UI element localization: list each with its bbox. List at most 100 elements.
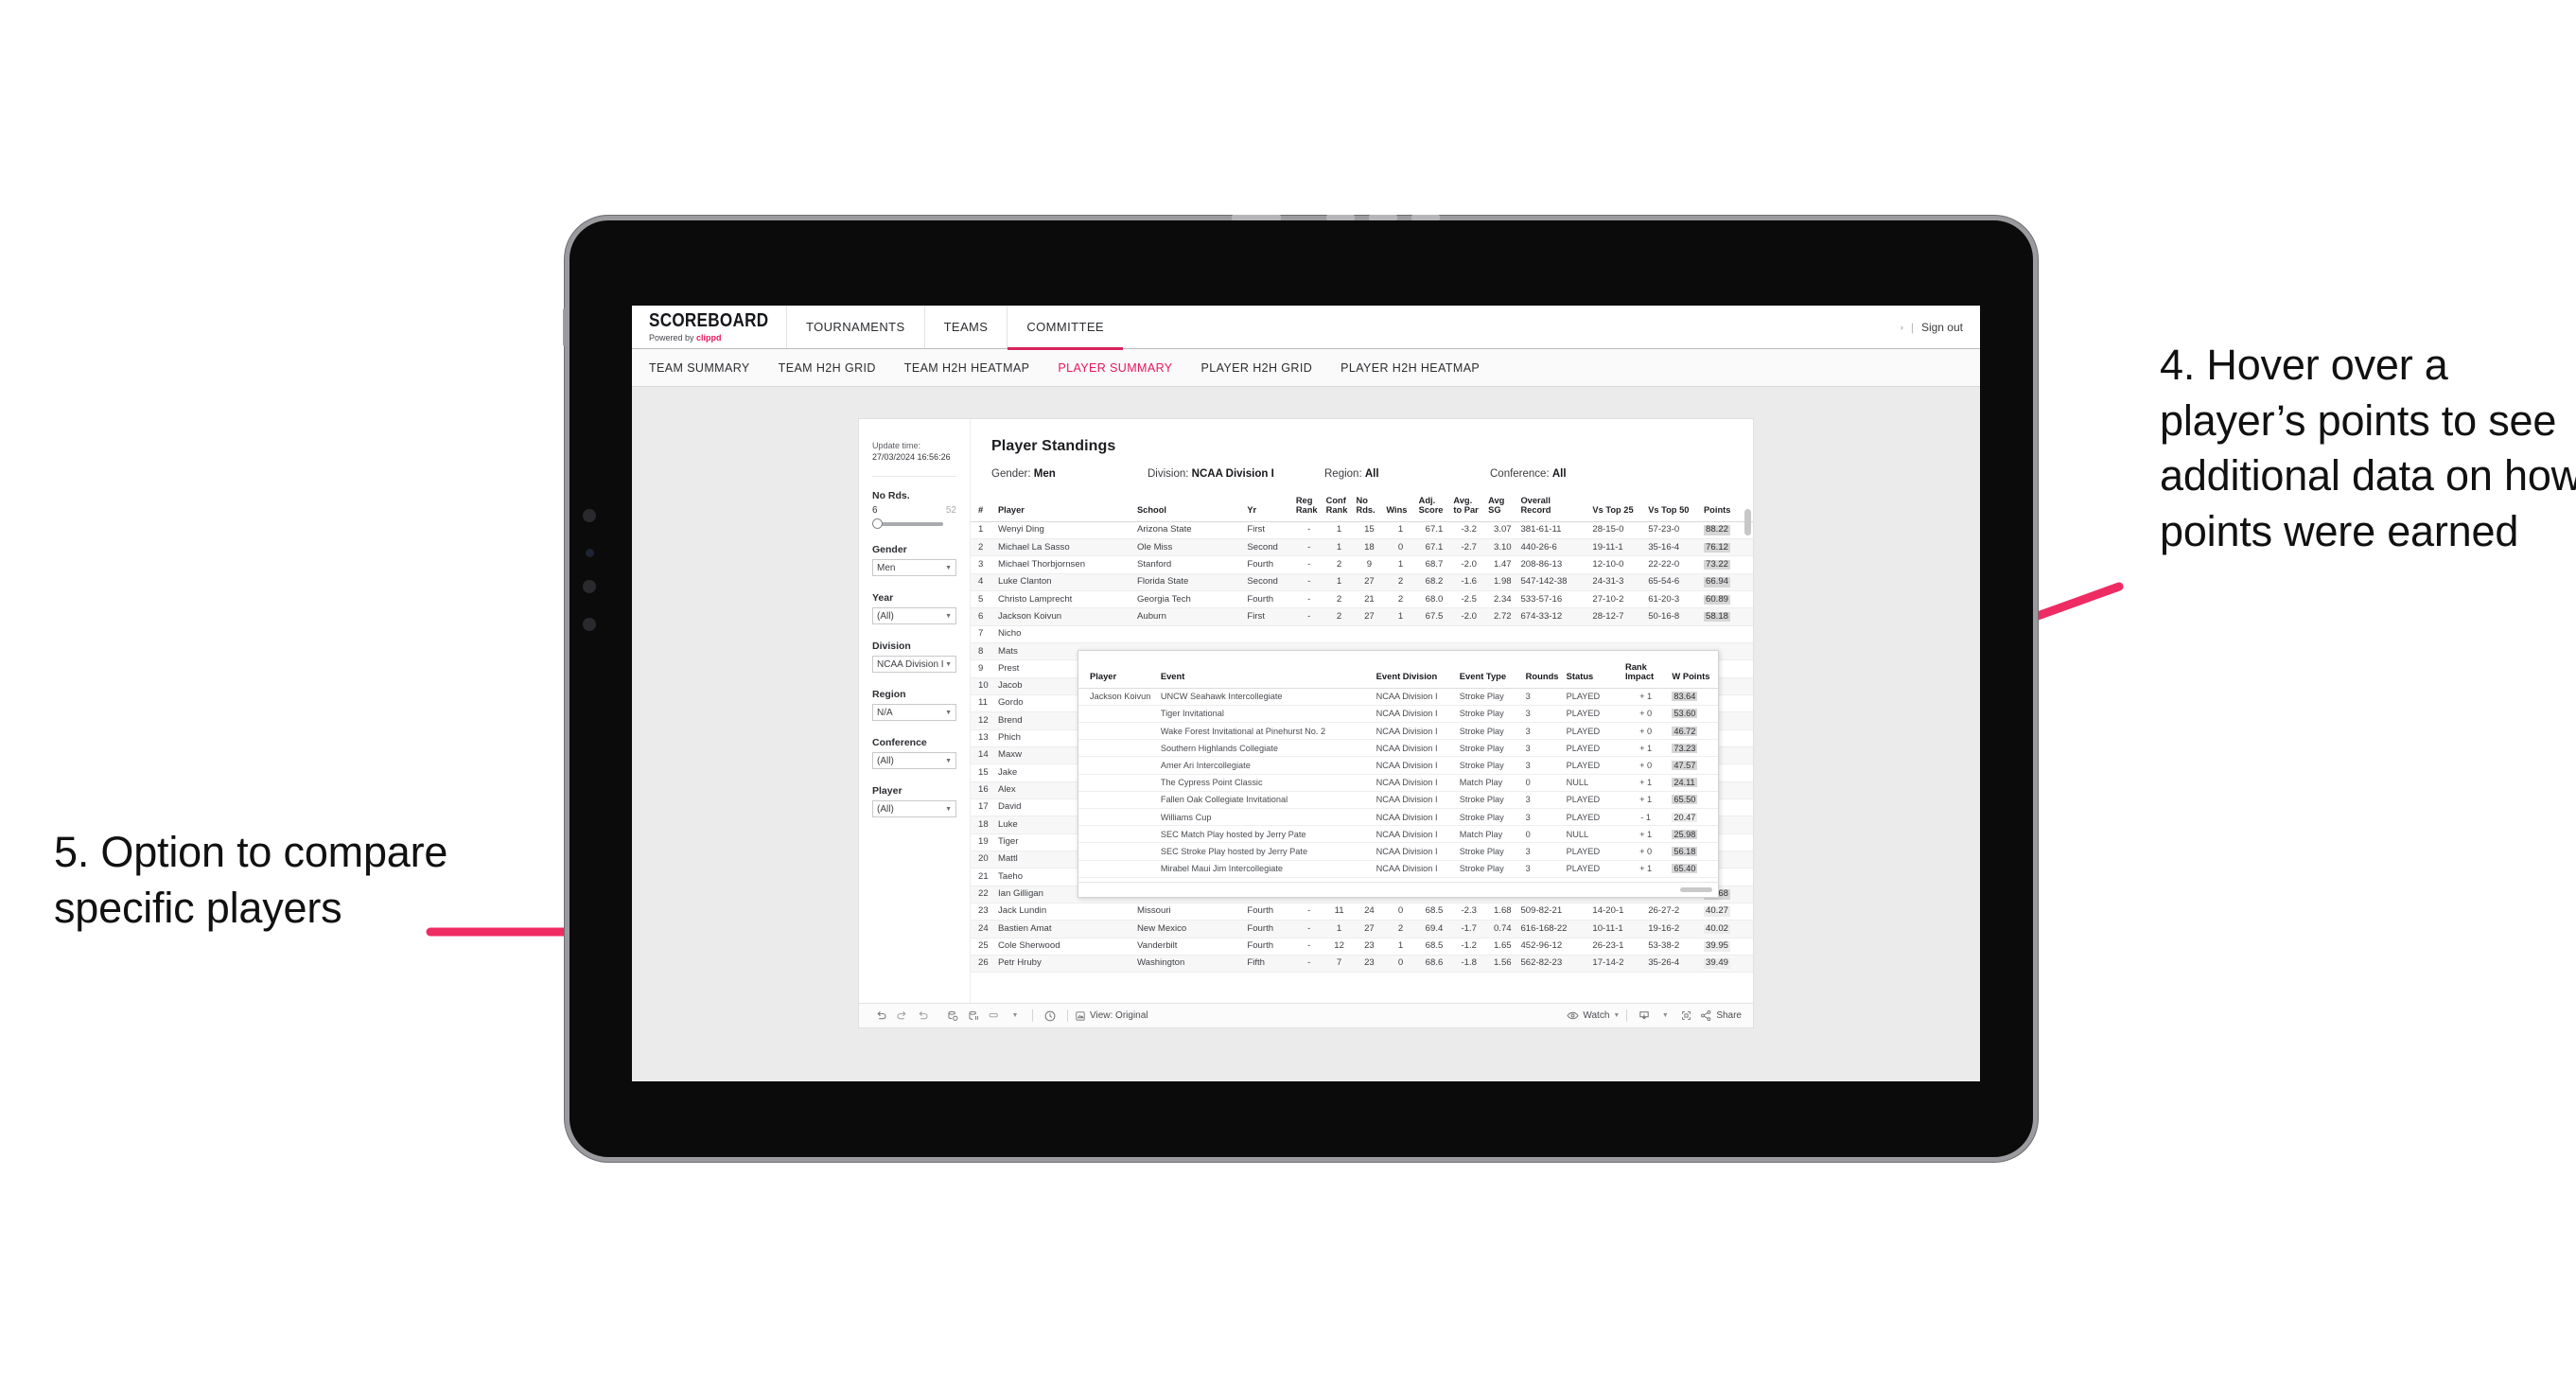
filter-conference-select[interactable]: (All) ▼ (872, 752, 956, 770)
tab-team-h2h-heatmap[interactable]: TEAM H2H HEATMAP (904, 361, 1030, 375)
tablet-device-frame: SCOREBOARD Powered by clippd TOURNAMENTS… (563, 215, 2038, 1162)
chevron-down-icon[interactable]: ▼ (945, 613, 952, 620)
filter-year-select[interactable]: (All) ▼ (872, 607, 956, 625)
cell-rec: 208-86-13 (1518, 555, 1591, 574)
cell-sg: 1.56 (1486, 955, 1519, 974)
tooltip-horizontal-scrollbar[interactable] (1680, 886, 1712, 892)
chevron-down-icon[interactable]: ▼ (945, 806, 952, 813)
chevron-right-icon[interactable]: › (1901, 323, 1903, 332)
sign-out-link[interactable]: Sign out (1921, 321, 1963, 334)
points-value[interactable]: 66.94 (1703, 577, 1730, 588)
col-overall-record[interactable]: Overall Record (1518, 493, 1591, 522)
cell-pts[interactable]: 39.95 (1701, 938, 1753, 956)
cell-pts[interactable]: 40.02 (1701, 920, 1753, 939)
points-value[interactable]: 60.89 (1703, 594, 1730, 605)
filter-region-select[interactable]: N/A ▼ (872, 704, 956, 722)
table-row[interactable]: 25 Cole Sherwood Vanderbilt Fourth -12 23 1 68.… (971, 938, 1753, 956)
chevron-down-icon[interactable]: ▼ (945, 661, 952, 668)
nav-item-tournaments[interactable]: TOURNAMENTS (786, 306, 924, 348)
points-value[interactable]: 40.27 (1703, 906, 1730, 917)
table-row[interactable]: 5 Christo Lamprecht Georgia Tech Fourth -2 21… (971, 590, 1753, 609)
redo-icon[interactable] (891, 1008, 912, 1025)
col-conf-rank[interactable]: Conf Rank (1323, 493, 1355, 522)
col-no-rounds[interactable]: No Rds. (1354, 493, 1385, 522)
slider-handle[interactable] (872, 518, 883, 530)
col-player[interactable]: Player (995, 493, 1135, 522)
tab-team-h2h-grid[interactable]: TEAM H2H GRID (779, 361, 876, 375)
filter-player-select[interactable]: (All) ▼ (872, 800, 956, 818)
chevron-down-icon[interactable]: ▼ (945, 758, 952, 764)
tooltip-table-body: Jackson Koivun UNCW Seahawk Intercollegia… (1078, 688, 1718, 878)
tt-cell-event: Wake Forest Invitational at Pinehurst No… (1157, 722, 1374, 741)
table-row[interactable]: 2 Michael La Sasso Ole Miss Second -1 18 0 67.1… (971, 538, 1753, 557)
cell-pts[interactable]: 39.49 (1701, 955, 1753, 974)
nav-item-teams[interactable]: TEAMS (923, 306, 1008, 348)
tablet-top-button (1411, 215, 1440, 220)
filter-division-value: NCAA Division I (877, 658, 944, 670)
col-vs-top-25[interactable]: Vs Top 25 (1590, 493, 1647, 522)
points-value[interactable]: 39.49 (1703, 958, 1730, 969)
table-row[interactable]: 7 Nicho (971, 625, 1753, 644)
tab-player-h2h-grid[interactable]: PLAYER H2H GRID (1201, 361, 1313, 375)
no-rounds-slider[interactable] (872, 518, 956, 530)
table-row[interactable]: 23 Jack Lundin Missouri Fourth -11 24 0 68.5 -2.… (971, 903, 1753, 921)
chevron-down-icon[interactable]: ▼ (1655, 1008, 1675, 1025)
chevron-down-icon[interactable]: ▼ (945, 710, 952, 716)
col-adj-score[interactable]: Adj. Score (1416, 493, 1452, 522)
download-icon[interactable] (1634, 1008, 1655, 1025)
pause-icon[interactable] (984, 1008, 1005, 1025)
table-row[interactable]: 3 Michael Thorbjornsen Stanford Fourth -2 9 1 6… (971, 555, 1753, 574)
watch-button[interactable]: Watch ▼ (1567, 1009, 1620, 1022)
share-button[interactable]: Share (1700, 1009, 1742, 1022)
tab-player-summary[interactable]: PLAYER SUMMARY (1058, 361, 1172, 375)
table-row[interactable]: 4 Luke Clanton Florida State Second -1 27 2 68.… (971, 573, 1753, 592)
refresh-data-icon[interactable] (942, 1008, 963, 1025)
cell-pts[interactable]: 58.18 (1701, 607, 1753, 626)
cell-pts[interactable] (1701, 625, 1753, 644)
cell-rr: - (1293, 538, 1324, 557)
cell-pts[interactable]: 76.12 (1701, 538, 1753, 557)
cell-pts[interactable]: 73.22 (1701, 555, 1753, 574)
chevron-down-icon[interactable]: ▼ (1005, 1008, 1025, 1025)
table-row[interactable]: 1 Wenyi Ding Arizona State First -1 15 1 67.1 -3… (971, 521, 1753, 540)
col-avg-sg[interactable]: Avg SG (1486, 493, 1519, 522)
cell-rec: 547-142-38 (1518, 573, 1591, 592)
col-year[interactable]: Yr (1245, 493, 1294, 522)
filter-player-value: (All) (877, 803, 894, 815)
tab-player-h2h-heatmap[interactable]: PLAYER H2H HEATMAP (1341, 361, 1480, 375)
col-avg-to-par[interactable]: Avg. to Par (1451, 493, 1487, 522)
table-row[interactable]: 24 Bastien Amat New Mexico Fourth -1 27 2 69.4-… (971, 920, 1753, 939)
cell-pts[interactable]: 60.89 (1701, 590, 1753, 609)
filter-division-label: Division (872, 640, 911, 653)
cell-pts[interactable]: 40.27 (1701, 903, 1753, 921)
table-row[interactable]: 26 Petr Hruby Washington Fifth -7 23 0 68.6 -1.8… (971, 955, 1753, 974)
col-reg-rank[interactable]: Reg Rank (1293, 493, 1324, 522)
col-school[interactable]: School (1134, 493, 1246, 522)
col-vs-top-50[interactable]: Vs Top 50 (1646, 493, 1702, 522)
cell-rr: - (1293, 607, 1324, 626)
points-value[interactable]: 40.02 (1703, 923, 1730, 935)
points-value[interactable]: 88.22 (1703, 525, 1730, 535)
undo-icon[interactable] (870, 1008, 891, 1025)
col-rank[interactable]: # (971, 493, 996, 522)
points-value[interactable]: 58.18 (1703, 611, 1730, 623)
view-original-button[interactable]: View: Original (1075, 1010, 1148, 1022)
table-row[interactable]: 6 Jackson Koivun Auburn First -2 27 1 67.5 -2.0 2… (971, 607, 1753, 626)
alerts-icon[interactable] (1040, 1008, 1060, 1025)
vertical-scrollbar[interactable] (1744, 509, 1751, 535)
nav-item-committee[interactable]: COMMITTEE (1007, 306, 1123, 350)
cell-pts[interactable]: 66.94 (1701, 573, 1753, 592)
filter-division-select[interactable]: NCAA Division I ▼ (872, 656, 956, 674)
col-wins[interactable]: Wins (1384, 493, 1417, 522)
chevron-down-icon[interactable]: ▼ (1613, 1012, 1620, 1019)
tab-team-summary[interactable]: TEAM SUMMARY (649, 361, 750, 375)
points-value[interactable]: 73.22 (1703, 559, 1730, 570)
filter-gender-select[interactable]: Men ▼ (872, 559, 956, 577)
points-value[interactable]: 39.95 (1703, 941, 1730, 952)
points-value[interactable]: 76.12 (1703, 542, 1730, 553)
pause-auto-updates-icon[interactable] (963, 1008, 984, 1025)
revert-icon[interactable] (912, 1008, 933, 1025)
fullscreen-icon[interactable] (1675, 1008, 1696, 1025)
brand-logo[interactable]: SCOREBOARD Powered by clippd (632, 306, 786, 348)
chevron-down-icon[interactable]: ▼ (945, 565, 952, 571)
